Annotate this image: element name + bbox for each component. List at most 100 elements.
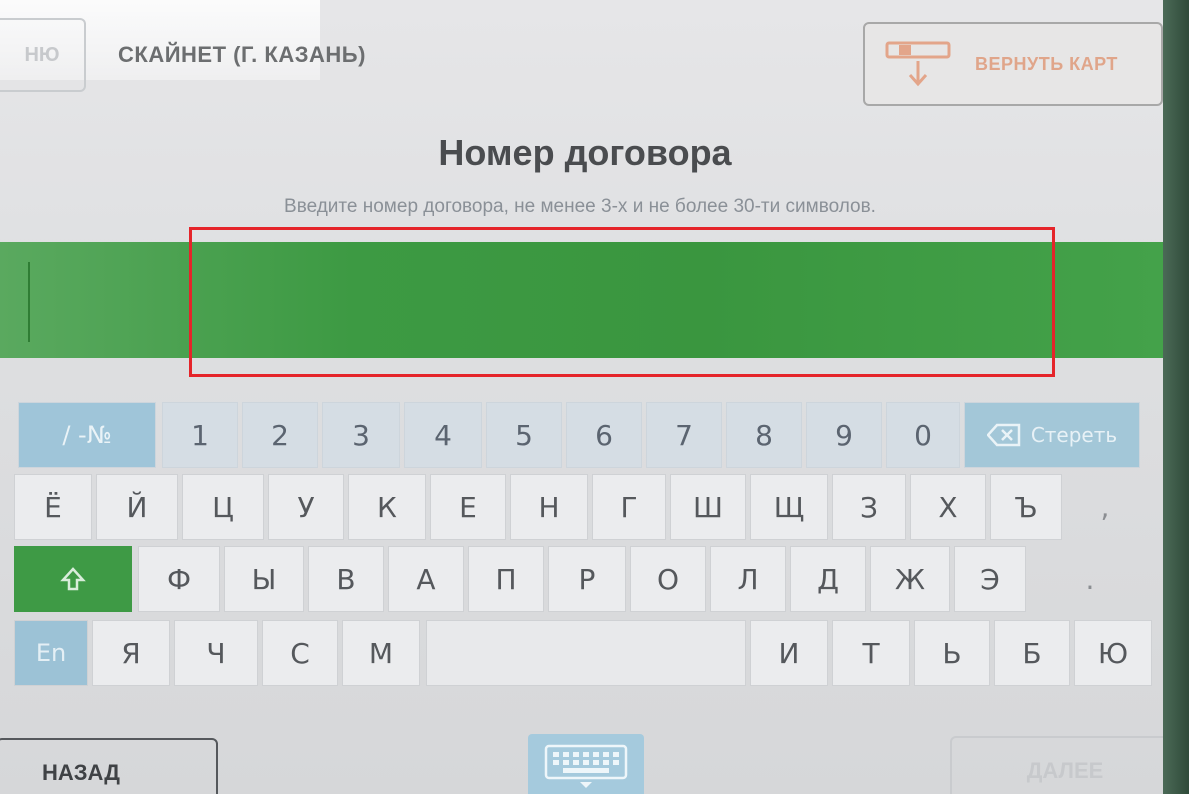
key-n[interactable]: Н <box>510 474 588 540</box>
backspace-icon <box>986 423 1021 447</box>
key-i-kratkoe[interactable]: Й <box>96 474 178 540</box>
menu-button[interactable]: НЮ <box>0 18 86 92</box>
key-p[interactable]: П <box>468 546 544 612</box>
key-label: Э <box>980 562 1000 596</box>
keyboard-toggle-button[interactable] <box>528 734 644 794</box>
key-9[interactable]: 9 <box>806 402 882 468</box>
key-sh[interactable]: Ш <box>670 474 746 540</box>
card-eject-icon <box>885 41 951 87</box>
key-label: 6 <box>595 418 613 452</box>
key-label: 2 <box>271 418 289 452</box>
key-period[interactable]: . <box>1050 546 1130 612</box>
key-soft-sign[interactable]: Ь <box>914 620 990 686</box>
key-e-oborotnoe[interactable]: Э <box>954 546 1026 612</box>
key-label: Х <box>938 490 958 524</box>
key-v[interactable]: В <box>308 546 384 612</box>
key-label: 5 <box>515 418 533 452</box>
back-button-label: НАЗАД <box>42 760 120 785</box>
key-8[interactable]: 8 <box>726 402 802 468</box>
key-s[interactable]: С <box>262 620 338 686</box>
key-u[interactable]: У <box>268 474 344 540</box>
key-sch[interactable]: Щ <box>750 474 828 540</box>
menu-button-label: НЮ <box>24 43 60 66</box>
backspace-button[interactable]: Стереть <box>964 402 1140 468</box>
shift-key[interactable] <box>14 546 132 612</box>
key-label: Ф <box>166 562 192 596</box>
key-e[interactable]: Е <box>430 474 506 540</box>
key-label: 3 <box>352 418 370 452</box>
key-b[interactable]: Б <box>994 620 1070 686</box>
text-cursor <box>28 262 30 342</box>
keyboard-icon <box>544 744 628 788</box>
key-label: Р <box>578 562 596 596</box>
key-label: Ъ <box>1014 490 1038 524</box>
return-card-label: ВЕРНУТЬ КАРТ <box>975 53 1118 74</box>
provider-name: СКАЙНЕТ (Г. КАЗАНЬ) <box>118 42 366 67</box>
key-1[interactable]: 1 <box>162 402 238 468</box>
key-label: Ь <box>942 636 962 670</box>
key-7[interactable]: 7 <box>646 402 722 468</box>
key-g[interactable]: Г <box>592 474 666 540</box>
key-label: А <box>416 562 436 596</box>
key-label: Щ <box>773 490 805 524</box>
next-button[interactable]: ДАЛЕЕ <box>950 736 1180 794</box>
key-label: Ё <box>44 490 62 524</box>
key-label: 0 <box>914 418 932 452</box>
key-f[interactable]: Ф <box>138 546 220 612</box>
key-z[interactable]: З <box>832 474 906 540</box>
key-label: Ж <box>894 562 926 596</box>
key-ya[interactable]: Я <box>92 620 170 686</box>
key-3[interactable]: 3 <box>322 402 400 468</box>
key-label: Н <box>538 490 560 524</box>
key-label: 7 <box>675 418 693 452</box>
key-i[interactable]: И <box>750 620 828 686</box>
back-button[interactable]: НАЗАД <box>0 738 218 794</box>
key-k[interactable]: К <box>348 474 426 540</box>
input-hint: Введите номер договора, не менее 3-х и н… <box>284 196 876 217</box>
key-yo[interactable]: Ё <box>14 474 92 540</box>
key-label: П <box>495 562 517 596</box>
key-label: М <box>368 636 394 670</box>
key-yu[interactable]: Ю <box>1074 620 1152 686</box>
return-card-button[interactable]: ВЕРНУТЬ КАРТ <box>863 22 1163 106</box>
key-label: Л <box>737 562 759 596</box>
key-label: Д <box>817 562 839 596</box>
key-label: Т <box>862 636 880 670</box>
key-label: У <box>297 490 315 524</box>
key-hard-sign[interactable]: Ъ <box>990 474 1062 540</box>
key-l[interactable]: Л <box>710 546 786 612</box>
key-label: 9 <box>835 418 853 452</box>
key-ch[interactable]: Ч <box>174 620 258 686</box>
key-label: Й <box>126 490 148 524</box>
key-d[interactable]: Д <box>790 546 866 612</box>
language-key[interactable]: En <box>14 620 88 686</box>
next-button-label: ДАЛЕЕ <box>1026 758 1104 783</box>
backspace-label: Стереть <box>1030 423 1118 447</box>
key-4[interactable]: 4 <box>404 402 482 468</box>
key-label: Б <box>1022 636 1042 670</box>
key-label: Ш <box>693 490 723 524</box>
key-o[interactable]: О <box>630 546 706 612</box>
key-y[interactable]: Ы <box>224 546 304 612</box>
key-symbols-label: / -№ <box>62 421 112 449</box>
key-5[interactable]: 5 <box>486 402 562 468</box>
key-ts[interactable]: Ц <box>182 474 264 540</box>
key-label: О <box>656 562 680 596</box>
terminal-screen: НЮ СКАЙНЕТ (Г. КАЗАНЬ) ВЕРНУТЬ КАРТ Номе… <box>0 0 1189 794</box>
key-label: Е <box>459 490 477 524</box>
key-label: 4 <box>434 418 452 452</box>
key-label: . <box>1085 562 1095 596</box>
key-comma[interactable]: , <box>1070 474 1140 540</box>
key-2[interactable]: 2 <box>242 402 318 468</box>
key-r[interactable]: Р <box>548 546 626 612</box>
key-m[interactable]: М <box>342 620 420 686</box>
space-key[interactable] <box>426 620 746 686</box>
key-h[interactable]: Х <box>910 474 986 540</box>
key-zh[interactable]: Ж <box>870 546 950 612</box>
key-t[interactable]: Т <box>832 620 910 686</box>
key-6[interactable]: 6 <box>566 402 642 468</box>
key-0[interactable]: 0 <box>886 402 960 468</box>
key-symbols[interactable]: / -№ <box>18 402 156 468</box>
key-label: Г <box>620 490 638 524</box>
key-a[interactable]: А <box>388 546 464 612</box>
